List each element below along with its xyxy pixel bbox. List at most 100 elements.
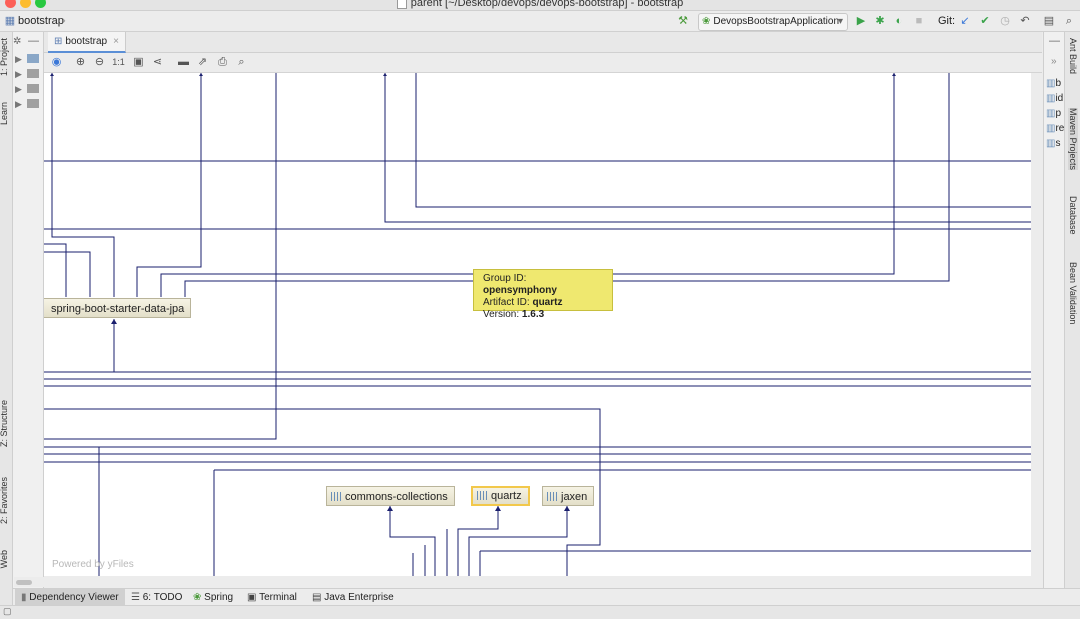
- module-icon: ▦: [4, 15, 16, 27]
- scrollbar-thumb[interactable]: [16, 580, 32, 585]
- tree-expand-icon[interactable]: ▶: [15, 69, 22, 80]
- left-tool-stripe: 1: Project Learn Z: Structure 2: Favorit…: [0, 32, 13, 605]
- tab-spring[interactable]: ❀ Spring: [187, 589, 239, 606]
- export-icon[interactable]: ⇗: [195, 55, 210, 70]
- dependency-viewer-icon: ▮: [21, 592, 27, 603]
- list-item[interactable]: ▥id: [1046, 91, 1064, 106]
- zoom-out-icon[interactable]: ⊖: [92, 55, 107, 70]
- chevron-down-icon: ▾: [837, 16, 843, 27]
- maven-project-list: ▥b ▥id ▥p ▥re ▥s: [1046, 76, 1064, 151]
- dependency-edges: [44, 73, 1031, 576]
- terminal-icon: ▣: [247, 592, 257, 603]
- todo-icon: ☰: [131, 592, 140, 603]
- list-item[interactable]: ▥p: [1046, 106, 1064, 121]
- tab-dependency-viewer[interactable]: ▮ Dependency Viewer: [15, 589, 125, 606]
- document-icon: [396, 0, 407, 10]
- search-icon[interactable]: ⌕: [1062, 14, 1076, 28]
- history-icon[interactable]: ◷: [998, 14, 1012, 28]
- structure-tool-tab[interactable]: Z: Structure: [0, 400, 9, 447]
- folder-icon: [27, 69, 39, 78]
- layout-icon[interactable]: ⋖: [150, 55, 165, 70]
- tooltip-artifact-row: Artifact ID: quartz: [483, 297, 563, 308]
- database-tool-tab[interactable]: Database: [1068, 196, 1078, 235]
- print-preview-icon[interactable]: ⌕: [234, 55, 249, 70]
- debug-icon[interactable]: ✱: [873, 14, 887, 28]
- dependency-node-quartz[interactable]: quartz: [471, 486, 530, 506]
- hide-panel-icon[interactable]: —: [1049, 35, 1060, 47]
- dependency-tooltip: Group ID: opensymphony Artifact ID: quar…: [473, 269, 613, 320]
- favorites-tool-tab[interactable]: 2: Favorites: [0, 477, 9, 524]
- spring-icon: ❀: [193, 592, 202, 603]
- tab-todo[interactable]: ☰ 6: TODO: [125, 589, 188, 606]
- node-label: quartz: [491, 490, 522, 502]
- ant-build-tool-tab[interactable]: Ant Build: [1068, 38, 1078, 74]
- list-item[interactable]: ▥re: [1046, 121, 1064, 136]
- tab-terminal[interactable]: ▣ Terminal: [241, 589, 303, 606]
- horizontal-scrollbar[interactable]: [14, 577, 1030, 587]
- git-update-icon[interactable]: ↙: [958, 14, 972, 28]
- git-commit-icon[interactable]: ✔: [978, 14, 992, 28]
- hide-panel-icon[interactable]: —: [28, 35, 39, 47]
- build-hammer-icon[interactable]: ⚒: [676, 14, 690, 28]
- status-bar: ▢: [0, 605, 1080, 619]
- diagram-icon: ⊞: [54, 36, 63, 47]
- run-configuration-select[interactable]: ❀ DevopsBootstrapApplication ▾: [698, 13, 848, 31]
- project-structure-icon[interactable]: ▤: [1042, 14, 1056, 28]
- library-icon: [477, 491, 487, 500]
- title-bar: parent [~/Desktop/devops/devops-bootstra…: [0, 0, 1080, 11]
- tooltip-group-row: Group ID: opensymphony: [483, 273, 557, 296]
- breadcrumb-chevron-icon: ›: [62, 15, 66, 27]
- list-item[interactable]: ▥b: [1046, 76, 1064, 91]
- dependency-node-spring-boot-starter-data-jpa[interactable]: spring-boot-starter-data-jpa: [44, 298, 192, 318]
- git-label: Git:: [938, 15, 956, 27]
- right-tool-stripe: Ant Build Maven Projects Database Bean V…: [1064, 32, 1080, 588]
- tree-expand-icon[interactable]: ▶: [15, 54, 22, 65]
- maven-projects-tool-tab[interactable]: Maven Projects: [1068, 108, 1078, 171]
- tooltip-version-row: Version: 1.6.3: [483, 309, 545, 320]
- close-icon[interactable]: ×: [113, 36, 119, 47]
- revert-icon[interactable]: ↶: [1018, 14, 1032, 28]
- dependency-node-commons-collections[interactable]: commons-collections: [326, 486, 455, 506]
- fit-content-icon[interactable]: ▣: [131, 55, 146, 70]
- save-icon[interactable]: ▬: [176, 55, 191, 70]
- tree-expand-icon[interactable]: ▶: [15, 84, 22, 95]
- folder-icon: [27, 99, 39, 108]
- dependency-node-jaxen[interactable]: jaxen: [542, 486, 595, 506]
- editor-tab-bar: ⊞ bootstrap ×: [44, 32, 1042, 53]
- navigation-bar: ▦ bootstrap › ⚒ ❀ DevopsBootstrapApplicat…: [0, 11, 1080, 32]
- library-icon: [547, 492, 557, 501]
- project-panel: ✲ — ▶ ▶ ▶ ▶: [13, 32, 44, 588]
- actual-size-button[interactable]: 1:1: [111, 55, 126, 70]
- gear-icon[interactable]: ✲: [13, 36, 21, 47]
- window-title: parent [~/Desktop/devops/devops-bootstra…: [0, 0, 1080, 10]
- bottom-tool-bar: ▮ Dependency Viewer ☰ 6: TODO ❀ Spring ▣…: [13, 588, 1080, 606]
- spring-icon: ❀: [702, 16, 711, 27]
- dependency-diagram-canvas[interactable]: spring-boot-starter-data-jpa commons-col…: [44, 73, 1031, 576]
- chevron-right-icon[interactable]: »: [1051, 56, 1057, 67]
- folder-icon: [27, 84, 39, 93]
- breadcrumb[interactable]: bootstrap: [18, 15, 64, 27]
- dependency-view-icon[interactable]: ◉: [49, 55, 64, 70]
- library-icon: [331, 492, 341, 501]
- project-tool-tab[interactable]: 1: Project: [0, 38, 9, 76]
- tool-windows-icon[interactable]: ▢: [3, 606, 12, 617]
- tab-java-enterprise[interactable]: ▤ Java Enterprise: [306, 589, 400, 606]
- tab-bootstrap[interactable]: ⊞ bootstrap ×: [48, 32, 126, 53]
- list-item[interactable]: ▥s: [1046, 136, 1064, 151]
- web-tool-tab[interactable]: Web: [0, 550, 9, 568]
- coverage-icon[interactable]: ◐: [892, 14, 906, 28]
- learn-tool-tab[interactable]: Learn: [0, 102, 9, 125]
- bean-validation-tool-tab[interactable]: Bean Validation: [1068, 262, 1078, 324]
- yfiles-watermark: Powered by yFiles: [52, 559, 134, 570]
- stop-icon[interactable]: ■: [912, 14, 926, 28]
- tree-expand-icon[interactable]: ▶: [15, 99, 22, 110]
- run-icon[interactable]: ▶: [854, 14, 868, 28]
- print-icon[interactable]: ⎙: [215, 55, 230, 70]
- diagram-toolbar: ◉ ⊕ ⊖ 1:1 ▣ ⋖ ▬ ⇗ ⎙ ⌕: [44, 53, 1042, 73]
- node-label: jaxen: [561, 491, 588, 503]
- node-label: commons-collections: [345, 491, 448, 503]
- zoom-in-icon[interactable]: ⊕: [73, 55, 88, 70]
- node-label: spring-boot-starter-data-jpa: [51, 303, 185, 315]
- folder-icon: [27, 54, 39, 63]
- java-enterprise-icon: ▤: [312, 592, 322, 603]
